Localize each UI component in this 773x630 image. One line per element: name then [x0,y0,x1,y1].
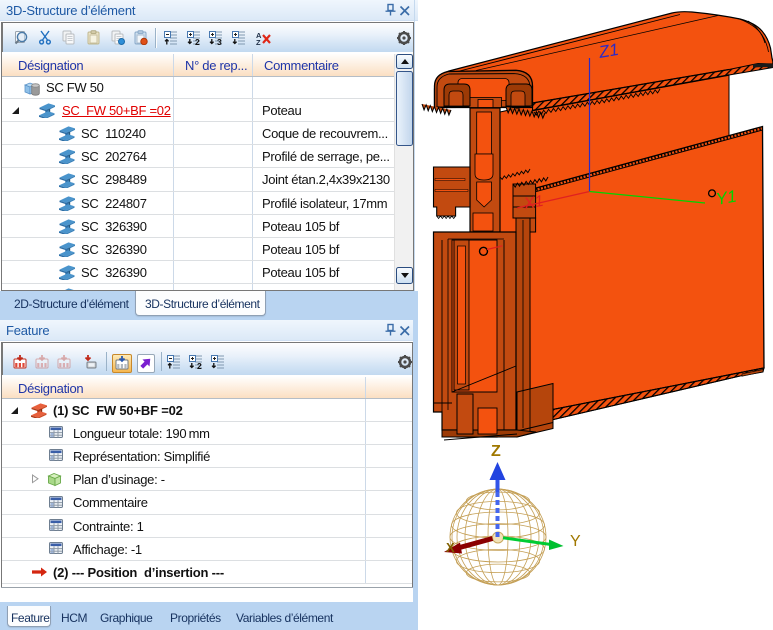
svg-text:Z1: Z1 [596,40,620,62]
svg-text:Y: Y [570,533,581,550]
svg-text:X1: X1 [522,193,545,213]
svg-text:X: X [446,540,455,555]
svg-text:Z: Z [491,443,501,460]
svg-text:Y1: Y1 [714,187,738,209]
